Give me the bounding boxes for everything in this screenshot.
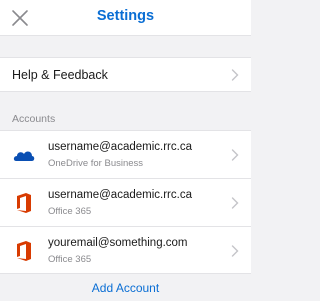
help-feedback-row[interactable]: Help & Feedback: [0, 57, 251, 92]
office365-icon: [17, 241, 31, 261]
chevron-right-icon: [231, 197, 239, 209]
office365-icon: [17, 193, 31, 213]
account-row[interactable]: username@academic.rrc.ca OneDrive for Bu…: [0, 130, 251, 178]
help-feedback-label: Help & Feedback: [12, 68, 108, 82]
chevron-right-icon: [231, 245, 239, 257]
header-bar: Settings: [0, 0, 251, 36]
add-account-button[interactable]: Add Account: [0, 281, 251, 295]
account-email: username@academic.rrc.ca: [48, 189, 192, 201]
account-service: Office 365: [48, 254, 92, 265]
chevron-right-icon: [231, 149, 239, 161]
chevron-right-icon: [231, 69, 239, 81]
account-service: Office 365: [48, 206, 92, 217]
onedrive-icon: [13, 151, 35, 161]
account-email: username@academic.rrc.ca: [48, 141, 192, 153]
account-row[interactable]: username@academic.rrc.ca Office 365: [0, 178, 251, 226]
account-service: OneDrive for Business: [48, 158, 144, 169]
account-email: youremail@something.com: [48, 237, 188, 249]
account-row[interactable]: youremail@something.com Office 365: [0, 226, 251, 274]
page-title: Settings: [96, 8, 155, 24]
accounts-section-label: Accounts: [12, 113, 56, 125]
